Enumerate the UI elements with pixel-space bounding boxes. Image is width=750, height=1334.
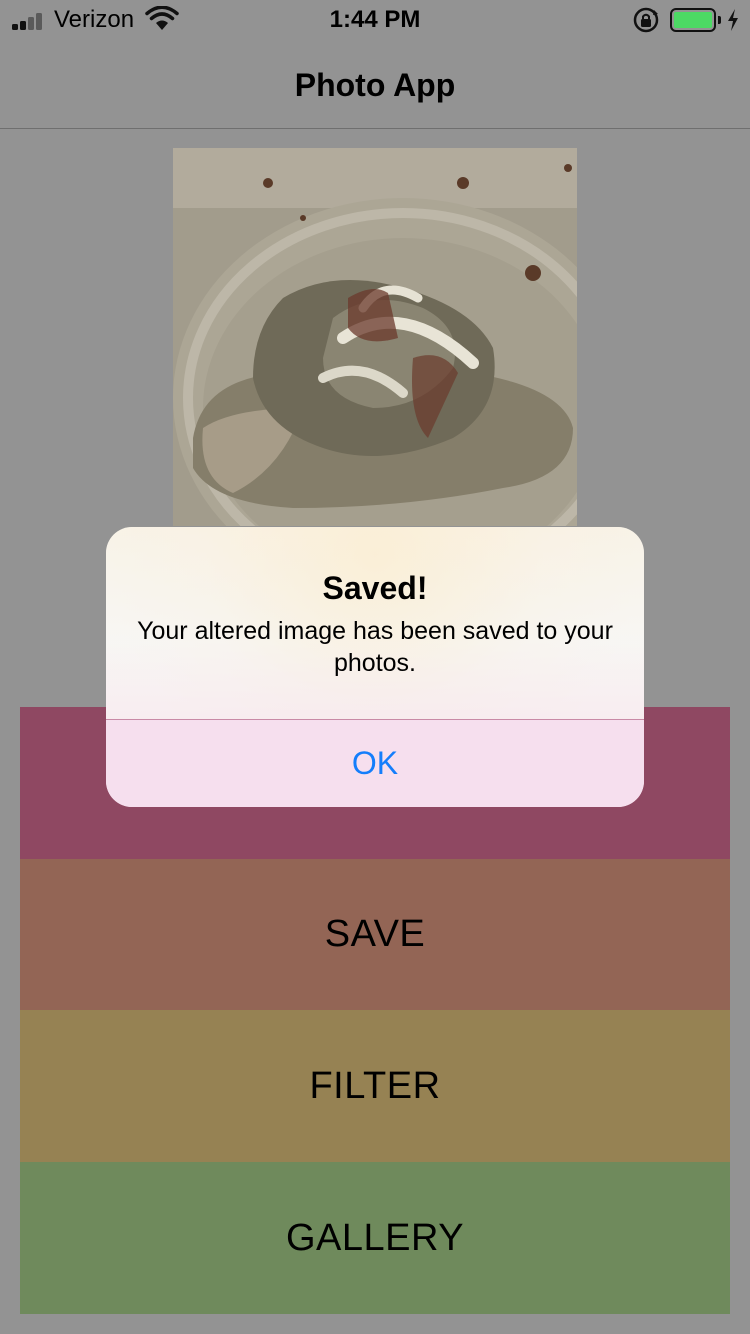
alert-message: Your altered image has been saved to you… (137, 617, 613, 677)
status-bar: Verizon 1:44 PM (0, 0, 750, 40)
navigation-bar: Photo App (0, 40, 750, 129)
gallery-button[interactable]: GALLERY (20, 1162, 730, 1314)
battery-icon (670, 8, 716, 32)
alert-title: Saved! (322, 570, 428, 606)
battery-level (674, 12, 712, 28)
rotation-lock-icon (633, 7, 659, 33)
charging-icon (728, 9, 738, 31)
photo-image (173, 148, 577, 526)
alert-ok-button[interactable]: OK (106, 720, 644, 807)
save-button[interactable]: SAVE (20, 859, 730, 1010)
page-title: Photo App (294, 67, 456, 103)
saved-alert-dialog: Saved! Your altered image has been saved… (106, 527, 644, 807)
filter-button[interactable]: FILTER (20, 1010, 730, 1162)
battery-tip (718, 16, 721, 24)
screen: Verizon 1:44 PM Photo App SAVE FILTER GA… (0, 0, 750, 1334)
